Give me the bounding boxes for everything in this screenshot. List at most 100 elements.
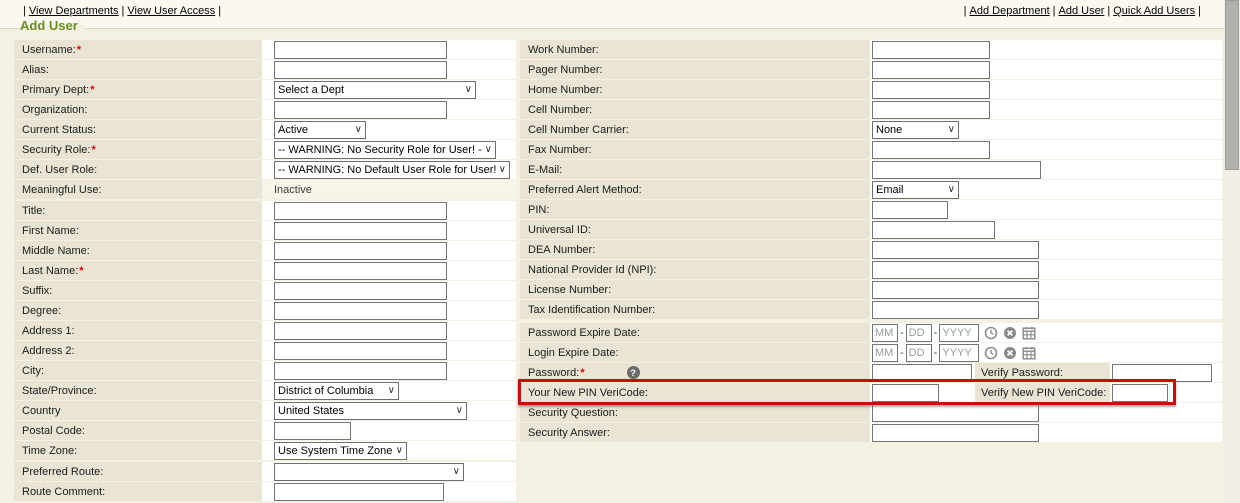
dea-number-input[interactable] — [872, 241, 1039, 259]
scrollbar-thumb[interactable] — [1225, 0, 1239, 170]
title-label: Title: — [22, 205, 45, 217]
fax-number-label-cell: Fax Number: — [520, 140, 870, 159]
home-number-label: Home Number: — [528, 84, 603, 96]
cell-number-carrier-select[interactable]: None∨ — [872, 121, 959, 139]
nav-link-quick-add-users[interactable]: Quick Add Users — [1113, 5, 1195, 17]
calendar-icon[interactable] — [1022, 346, 1036, 360]
chevron-down-icon: ∨ — [352, 124, 365, 135]
row-password-expire-date: Password Expire Date:-- — [520, 323, 1222, 342]
state-province-select[interactable]: District of Columbia∨ — [274, 382, 399, 400]
clear-icon[interactable] — [1003, 326, 1017, 340]
nav-link-add-user[interactable]: Add User — [1059, 5, 1105, 17]
time-zone-select-value: Use System Time Zone — [278, 445, 393, 457]
home-number-input[interactable] — [872, 81, 990, 99]
def-user-role-select-value: -- WARNING: No Default User Role for Use… — [278, 164, 496, 176]
npi-input[interactable] — [872, 261, 1039, 279]
current-status-select-value: Active — [278, 124, 352, 136]
row-city: City: — [14, 361, 516, 380]
current-status-select[interactable]: Active∨ — [274, 121, 366, 139]
country-select[interactable]: United States∨ — [274, 402, 467, 420]
degree-input[interactable] — [274, 302, 447, 320]
primary-dept-select[interactable]: Select a Dept∨ — [274, 81, 476, 99]
cell-number-input[interactable] — [872, 101, 990, 119]
security-role-field-cell: -- WARNING: No Security Role for User! -… — [262, 140, 516, 159]
password-input[interactable] — [872, 364, 972, 382]
password-verify-input[interactable] — [1112, 364, 1212, 382]
row-route-comment: Route Comment: — [14, 482, 516, 501]
pin-vericode-input[interactable] — [872, 384, 939, 402]
city-label: City: — [22, 365, 44, 377]
address-1-input[interactable] — [274, 322, 447, 340]
postal-code-input[interactable] — [274, 422, 351, 440]
email-input[interactable] — [872, 161, 1041, 179]
password-expire-date-yyyy-input[interactable] — [939, 324, 979, 342]
primary-dept-label: Primary Dept: — [22, 84, 89, 96]
alias-label-cell: Alias: — [14, 60, 262, 79]
clear-icon[interactable] — [1003, 346, 1017, 360]
preferred-route-select[interactable]: ∨ — [274, 463, 464, 481]
address-2-input[interactable] — [274, 342, 447, 360]
alias-input[interactable] — [274, 61, 447, 79]
city-field-cell — [262, 361, 516, 380]
now-icon[interactable] — [984, 346, 998, 360]
first-name-label-cell: First Name: — [14, 221, 262, 240]
middle-name-input[interactable] — [274, 242, 447, 260]
def-user-role-select[interactable]: -- WARNING: No Default User Role for Use… — [274, 161, 510, 179]
title-input[interactable] — [274, 202, 447, 220]
dea-number-field-cell — [870, 240, 1222, 259]
route-comment-input[interactable] — [274, 483, 444, 501]
tax-id-input[interactable] — [872, 301, 1039, 319]
row-meaningful-use: Meaningful Use:Inactive — [14, 180, 516, 199]
login-expire-date-yyyy-input[interactable] — [939, 344, 979, 362]
route-comment-label: Route Comment: — [22, 486, 105, 498]
organization-input[interactable] — [274, 101, 447, 119]
pager-number-input[interactable] — [872, 61, 990, 79]
fax-number-input[interactable] — [872, 141, 990, 159]
universal-id-input[interactable] — [872, 221, 995, 239]
row-npi: National Provider Id (NPI): — [520, 260, 1222, 279]
work-number-label: Work Number: — [528, 44, 599, 56]
row-password: Password:*?Verify Password: — [520, 363, 1222, 382]
route-comment-label-cell: Route Comment: — [14, 482, 262, 501]
row-title: Title: — [14, 201, 516, 220]
work-number-input[interactable] — [872, 41, 990, 59]
password-expire-date-label-cell: Password Expire Date: — [520, 323, 870, 342]
first-name-input[interactable] — [274, 222, 447, 240]
address-2-field-cell — [262, 341, 516, 360]
security-role-select[interactable]: -- WARNING: No Security Role for User! -… — [274, 141, 496, 159]
username-input[interactable] — [274, 41, 447, 59]
nav-link-view-departments[interactable]: View Departments — [29, 5, 119, 17]
pin-vericode-verify-input[interactable] — [1112, 384, 1168, 402]
security-answer-input[interactable] — [872, 424, 1039, 442]
login-expire-date-dd-input[interactable] — [906, 344, 932, 362]
npi-label-cell: National Provider Id (NPI): — [520, 260, 870, 279]
row-pin: PIN: — [520, 200, 1222, 219]
preferred-alert-method-label: Preferred Alert Method: — [528, 184, 642, 196]
scrollbar-track[interactable] — [1224, 0, 1240, 503]
password-expire-date-dd-input[interactable] — [906, 324, 932, 342]
pin-input[interactable] — [872, 201, 948, 219]
password-expire-date-mm-input[interactable] — [872, 324, 898, 342]
chevron-down-icon: ∨ — [945, 124, 958, 135]
last-name-input[interactable] — [274, 262, 447, 280]
help-icon[interactable]: ? — [627, 366, 640, 379]
suffix-input[interactable] — [274, 282, 447, 300]
required-asterisk: * — [580, 367, 584, 379]
nav-link-add-department[interactable]: Add Department — [970, 5, 1050, 17]
password-expire-date-date-picker: -- — [872, 324, 1036, 342]
work-number-label-cell: Work Number: — [520, 40, 870, 59]
email-label-cell: E-Mail: — [520, 160, 870, 179]
date-separator: - — [900, 327, 904, 339]
def-user-role-field-cell: -- WARNING: No Default User Role for Use… — [262, 160, 516, 179]
universal-id-label-cell: Universal ID: — [520, 220, 870, 239]
preferred-alert-method-select[interactable]: Email∨ — [872, 181, 959, 199]
license-number-input[interactable] — [872, 281, 1039, 299]
login-expire-date-mm-input[interactable] — [872, 344, 898, 362]
city-input[interactable] — [274, 362, 447, 380]
security-question-input[interactable] — [872, 404, 1039, 422]
nav-link-view-user-access[interactable]: View User Access — [127, 5, 215, 17]
time-zone-select[interactable]: Use System Time Zone∨ — [274, 442, 407, 460]
calendar-icon[interactable] — [1022, 326, 1036, 340]
row-preferred-route: Preferred Route: ∨ — [14, 462, 516, 481]
now-icon[interactable] — [984, 326, 998, 340]
